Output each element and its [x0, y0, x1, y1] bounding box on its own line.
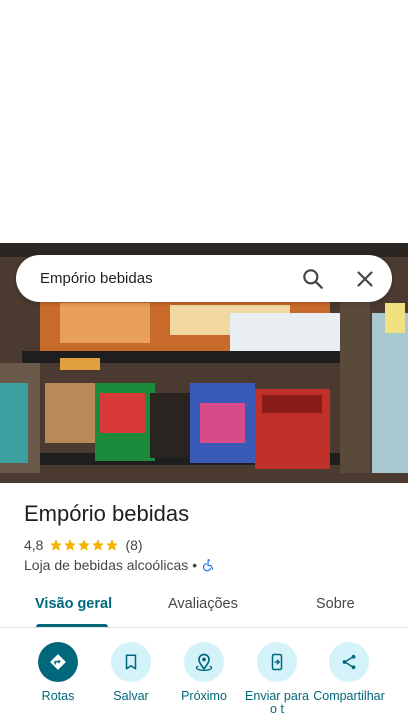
nearby-icon	[195, 653, 213, 672]
send-to-phone-button-circle[interactable]	[257, 642, 297, 682]
rating-value: 4,8	[24, 537, 44, 553]
tab-overview[interactable]: Visão geral	[35, 596, 112, 612]
tab-about[interactable]: Sobre	[316, 596, 355, 612]
search-button[interactable]	[300, 266, 326, 292]
search-input[interactable]: Empório bebidas	[40, 255, 153, 302]
send-to-phone-label: Enviar para o t	[245, 689, 309, 716]
review-count: (8)	[125, 537, 143, 553]
directions-button[interactable]: Rotas	[21, 642, 95, 703]
save-label: Salvar	[113, 689, 149, 703]
nearby-button-circle[interactable]	[184, 642, 224, 682]
search-bar[interactable]: Empório bebidas	[16, 255, 392, 302]
rating-row[interactable]: 4,8 (8)	[24, 536, 143, 554]
star-icon	[92, 539, 105, 551]
star-icon	[78, 539, 91, 551]
clear-search-button[interactable]	[352, 266, 378, 292]
place-category: Loja de bebidas alcoólicas	[24, 557, 189, 573]
bookmark-icon	[125, 654, 137, 670]
share-button-circle[interactable]	[329, 642, 369, 682]
share-icon	[342, 654, 356, 670]
save-button-circle[interactable]	[111, 642, 151, 682]
close-icon	[357, 271, 373, 287]
separator: •	[192, 557, 198, 573]
rating-stars	[49, 538, 119, 552]
directions-label: Rotas	[41, 689, 75, 703]
save-button[interactable]: Salvar	[94, 642, 168, 703]
star-icon	[50, 539, 63, 551]
share-label: Compartilhar	[313, 689, 385, 703]
directions-button-circle[interactable]	[38, 642, 78, 682]
tab-reviews[interactable]: Avaliações	[168, 596, 238, 612]
share-button[interactable]: Compartilhar	[312, 642, 386, 703]
star-icon	[64, 539, 77, 551]
nearby-button[interactable]: Próximo	[167, 642, 241, 703]
directions-icon	[50, 654, 66, 670]
active-tab-indicator	[36, 624, 108, 627]
star-icon	[106, 539, 119, 551]
place-name: Empório bebidas	[24, 501, 190, 526]
send-to-phone-icon	[271, 653, 283, 671]
send-to-phone-button[interactable]: Enviar para o t	[240, 642, 314, 716]
nearby-label: Próximo	[181, 689, 227, 703]
search-icon	[303, 269, 323, 289]
category-row: Loja de bebidas alcoólicas •	[24, 556, 215, 574]
place-tabs: Visão geral Avaliações Sobre	[0, 590, 408, 628]
wheelchair-icon	[203, 559, 214, 572]
